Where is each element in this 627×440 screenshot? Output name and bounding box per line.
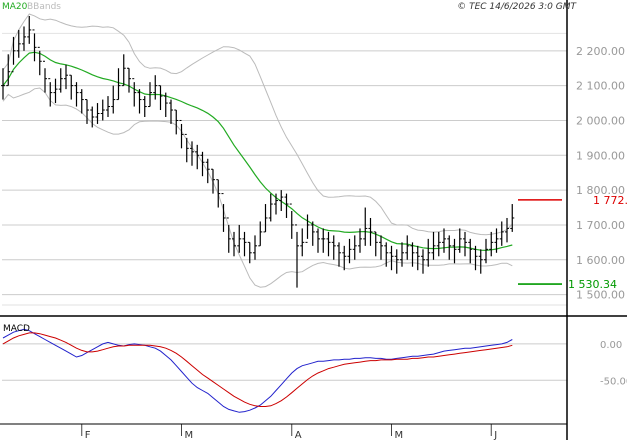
price-bar: [232, 231, 236, 257]
price-bar: [326, 231, 331, 257]
price-bar: [127, 67, 131, 93]
price-tick-label: 2 200.00: [576, 45, 625, 58]
price-bar: [237, 224, 242, 253]
price-bar: [43, 60, 47, 93]
price-bar: [300, 228, 305, 257]
price-tick-label: 1 900.00: [576, 149, 625, 162]
legend-ma20: MA20: [2, 2, 28, 12]
price-bar: [421, 249, 425, 274]
price-bar: [510, 204, 515, 232]
price-bar: [116, 68, 121, 101]
price-bar: [253, 235, 257, 260]
price-bar: [379, 235, 383, 260]
month-label: M: [185, 430, 194, 440]
price-bar: [158, 85, 163, 111]
price-bar: [79, 89, 84, 114]
price-bar: [331, 235, 336, 260]
price-bar: [321, 228, 326, 253]
price-bar: [142, 96, 147, 117]
price-tick-label: 1 600.00: [576, 254, 625, 267]
price-bar: [268, 193, 273, 222]
price-bar: [463, 231, 467, 257]
chart-frame: [0, 0, 627, 440]
price-bar: [342, 245, 347, 271]
macd-tick-label: -50.00: [600, 376, 627, 387]
price-bar: [121, 54, 126, 87]
macd-panel: 0.00 -50.00: [2, 328, 627, 413]
macd-tick-label: 0.00: [600, 340, 622, 351]
price-bar: [384, 242, 389, 267]
price-bar: [179, 119, 184, 149]
price-bar: [111, 85, 116, 114]
ma20-path: [2, 51, 513, 252]
price-bar: [337, 242, 341, 267]
price-bar: [184, 133, 189, 163]
price-bar: [431, 231, 436, 260]
month-label: M: [395, 430, 404, 440]
price-bar: [316, 228, 320, 253]
price-bar: [305, 214, 310, 243]
macd-path: [2, 328, 513, 413]
price-grid: [2, 32, 567, 306]
stock-chart: 1 772.001 530.34 2 200.00 2 100.00 2 000.0…: [0, 0, 627, 440]
price-bar: [263, 204, 268, 233]
price-bar: [132, 78, 137, 107]
time-axis: FMAMJ: [81, 424, 497, 440]
price-bar: [22, 26, 26, 51]
legend-bbands: BBands: [27, 2, 61, 12]
macd-title: MACD: [3, 324, 30, 334]
price-tick-label: 2 100.00: [576, 80, 625, 93]
price-bar: [16, 29, 21, 58]
bollinger-lower-line: [2, 87, 513, 288]
price-bar: [489, 231, 494, 257]
price-bar: [363, 207, 368, 246]
price-bar: [100, 99, 105, 121]
price-bar: [174, 109, 179, 135]
bollinger-upper-line: [2, 13, 513, 236]
price-bar: [11, 36, 16, 73]
month-label: J: [493, 430, 497, 440]
price-bar: [106, 96, 110, 117]
price-bar: [27, 16, 32, 44]
price-bar: [295, 224, 299, 288]
month-label: F: [85, 430, 91, 440]
bollinger-bands: [2, 13, 513, 288]
price-bar: [426, 238, 431, 267]
price-bar: [373, 231, 378, 257]
price-bar: [457, 228, 462, 253]
price-bar: [242, 231, 247, 257]
copyright-notice: © TEC 14/6/2026 3:0 GMT: [457, 2, 577, 12]
price-bar: [279, 190, 284, 212]
price-bar: [478, 249, 483, 274]
price-bar: [205, 158, 210, 184]
price-bar: [153, 75, 158, 100]
price-bar: [405, 235, 410, 260]
price-tick-label: 2 000.00: [576, 114, 625, 127]
price-bar: [53, 78, 58, 104]
price-axis-ticks: 2 200.00 2 100.00 2 000.00 1 900.00 1 800.00…: [576, 45, 625, 302]
price-bar: [58, 68, 63, 93]
price-bar: [415, 245, 420, 271]
price-tick-label: 1 500.00: [576, 289, 625, 302]
month-label: A: [295, 430, 302, 440]
price-bars: [1, 16, 515, 288]
price-bar: [436, 231, 441, 257]
ma20-line: [2, 51, 513, 252]
price-bar: [352, 235, 357, 260]
price-bar: [69, 74, 74, 100]
price-bar: [216, 179, 221, 208]
price-tick-label: 1 800.00: [576, 184, 625, 197]
price-tick-label: 1 700.00: [576, 219, 625, 232]
price-bar: [389, 245, 394, 271]
price-bar: [442, 228, 446, 253]
price-bar: [37, 46, 42, 76]
price-bar: [32, 29, 37, 62]
price-levels: 1 772.001 530.34: [518, 194, 627, 291]
